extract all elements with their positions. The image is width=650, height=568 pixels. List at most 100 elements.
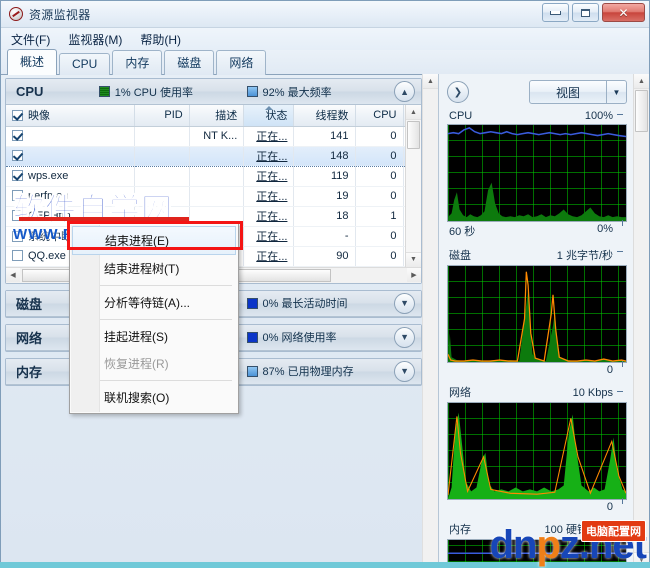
- scroll-right-icon[interactable]: ▶: [407, 267, 421, 282]
- tab-disk[interactable]: 磁盘: [164, 50, 215, 75]
- section-disk-metric-activetime: 0% 最长活动时间: [246, 295, 395, 311]
- graph-cpu-footer: 60 秒 0%: [447, 222, 627, 239]
- row-checkbox[interactable]: [12, 231, 23, 242]
- process-context-menu[interactable]: 结束进程(E) 结束进程树(T) 分析等待链(A)... 挂起进程(S) 恢复进…: [69, 223, 239, 414]
- tab-network[interactable]: 网络: [216, 50, 267, 75]
- cell-threads: -: [293, 226, 356, 247]
- graph-memory-max: 100 硬错误/秒: [545, 521, 624, 537]
- process-table-vertical-scrollbar[interactable]: ▲ ▼: [405, 105, 421, 267]
- table-row[interactable]: perfmon 正在... 19 0: [6, 186, 421, 207]
- scroll-left-icon[interactable]: ◀: [6, 267, 20, 282]
- table-row[interactable]: wps.exe 正在... 119 0: [6, 166, 421, 187]
- scroll-up-icon[interactable]: ▲: [406, 105, 421, 120]
- view-dropdown-label: 视图: [555, 85, 580, 100]
- graph-network-svg: [448, 412, 626, 499]
- tab-cpu[interactable]: CPU: [59, 53, 111, 75]
- column-header-pid[interactable]: PID: [134, 105, 190, 127]
- blue-swatch-icon: [246, 86, 258, 97]
- row-checkbox[interactable]: [12, 190, 23, 201]
- context-menu-item-suspend-process[interactable]: 挂起进程(S): [70, 323, 238, 350]
- left-pane-scrollbar[interactable]: ▲: [422, 74, 438, 567]
- minimize-icon: [550, 10, 561, 15]
- section-cpu-collapse-button[interactable]: ▲: [394, 81, 415, 102]
- section-network-metric-usage: 0% 网络使用率: [246, 329, 395, 345]
- column-header-status[interactable]: 状态: [243, 105, 295, 127]
- row-checkbox[interactable]: [12, 250, 23, 261]
- section-disk-expand-button[interactable]: ▼: [394, 292, 415, 314]
- cell-image[interactable]: [6, 145, 136, 167]
- expand-panel-button[interactable]: ❯: [447, 81, 469, 103]
- cell-image[interactable]: perfmon: [6, 186, 136, 207]
- section-cpu-header[interactable]: CPU 1% CPU 使用率 92% 最大频率 ▲: [6, 79, 421, 105]
- section-cpu-metric-frequency-label: 92% 最大频率: [262, 86, 332, 99]
- cell-image-label: perfmon: [28, 190, 69, 202]
- menu-bar: 文件(F) 监视器(M) 帮助(H): [1, 28, 649, 50]
- right-pane-scrollbar[interactable]: ▲ ▼: [633, 74, 649, 567]
- menu-item-help[interactable]: 帮助(H): [140, 31, 181, 48]
- window-controls: ✕: [542, 3, 645, 22]
- graph-cpu-min: 0%: [597, 223, 613, 239]
- cell-pid: [134, 126, 190, 147]
- context-menu-item-end-process-tree[interactable]: 结束进程树(T): [70, 255, 238, 282]
- right-pane: ❯ 视图 ▼ CPU 100% 60 秒 0% 磁盘 1 兆字节/秒 0 网络 …: [438, 74, 649, 568]
- graph-toolbar: ❯ 视图 ▼: [447, 80, 627, 104]
- cell-image[interactable]: wps.exe: [6, 166, 136, 187]
- tab-memory[interactable]: 内存: [112, 50, 163, 75]
- row-checkbox[interactable]: [12, 130, 23, 141]
- cell-image-label: 系统中断: [28, 231, 72, 243]
- cell-cpu: 0: [355, 166, 404, 187]
- cell-image[interactable]: [6, 126, 136, 147]
- section-memory-expand-button[interactable]: ▼: [394, 360, 415, 382]
- cell-status: 正在...: [243, 226, 295, 247]
- view-dropdown[interactable]: 视图 ▼: [529, 80, 627, 104]
- maximize-button[interactable]: [572, 3, 599, 22]
- context-menu-item-analyze-wait-chain[interactable]: 分析等待链(A)...: [70, 289, 238, 316]
- dark-blue-swatch-icon: [246, 331, 258, 343]
- context-menu-item-search-online[interactable]: 联机搜索(O): [70, 384, 238, 411]
- cell-image-label: wps.exe: [28, 170, 69, 182]
- graph-network-plot: [447, 402, 627, 500]
- close-button[interactable]: ✕: [602, 3, 645, 22]
- vertical-scroll-thumb[interactable]: [407, 121, 420, 149]
- cell-status-label: 正在...: [256, 251, 288, 263]
- minimize-button[interactable]: [542, 3, 569, 22]
- column-header-description[interactable]: 描述: [189, 105, 245, 127]
- section-cpu-title: CPU: [16, 84, 44, 99]
- cell-cpu: 0: [355, 246, 404, 267]
- graph-cpu-svg: [448, 127, 626, 221]
- section-cpu-metric-usage: 1% CPU 使用率: [98, 84, 247, 100]
- cell-pid: [134, 166, 190, 187]
- menu-item-monitor[interactable]: 监视器(M): [68, 31, 122, 48]
- cell-description: [189, 145, 245, 167]
- section-memory-metric-physical-label: 87% 已用物理内存: [262, 366, 354, 378]
- section-cpu-metric-usage-label: 1% CPU 使用率: [114, 86, 193, 99]
- chevron-down-icon: ▼: [400, 332, 410, 342]
- tab-overview[interactable]: 概述: [7, 49, 58, 75]
- column-header-image[interactable]: 映像: [6, 105, 136, 127]
- resource-monitor-icon: [9, 7, 23, 21]
- column-header-cpu[interactable]: CPU: [355, 105, 404, 127]
- scroll-up-icon[interactable]: ▲: [423, 74, 438, 89]
- green-swatch-icon: [98, 86, 110, 97]
- cell-cpu: 0: [355, 226, 404, 247]
- resource-monitor-window: 资源监视器 ✕ 文件(F) 监视器(M) 帮助(H) 概述 CPU 内存 磁盘 …: [0, 0, 650, 568]
- section-network-expand-button[interactable]: ▼: [394, 326, 415, 348]
- menu-item-file[interactable]: 文件(F): [11, 31, 50, 48]
- scroll-down-icon[interactable]: ▼: [406, 251, 421, 267]
- graph-disk-title: 磁盘: [449, 250, 471, 262]
- graph-disk-plot: [447, 265, 627, 363]
- row-checkbox[interactable]: [12, 170, 23, 181]
- row-checkbox[interactable]: [12, 150, 23, 161]
- graph-disk-header: 磁盘 1 兆字节/秒: [447, 247, 627, 265]
- scroll-up-icon[interactable]: ▲: [634, 74, 649, 89]
- right-scroll-thumb[interactable]: [635, 90, 648, 132]
- graph-memory-header: 内存 100 硬错误/秒: [447, 521, 627, 539]
- cell-status-label: 正在...: [256, 131, 288, 143]
- table-row[interactable]: NT K... 正在... 141 0: [6, 126, 421, 147]
- chevron-down-icon: ▼: [400, 366, 410, 376]
- table-row[interactable]: 正在... 148 0: [6, 145, 421, 167]
- left-pane: CPU 1% CPU 使用率 92% 最大频率 ▲ 映像 PID 描述 状态 线…: [1, 74, 422, 567]
- column-header-threads[interactable]: 线程数: [293, 105, 356, 127]
- select-all-checkbox[interactable]: [12, 110, 23, 122]
- chevron-down-icon[interactable]: ▼: [606, 81, 626, 103]
